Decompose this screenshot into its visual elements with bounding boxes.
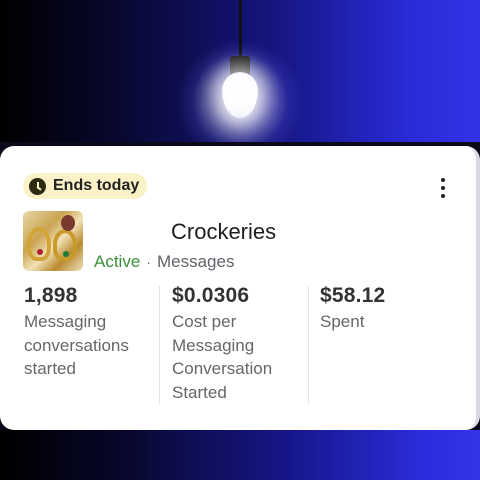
status-separator: · xyxy=(146,254,151,270)
status-label: Active xyxy=(94,252,141,271)
metric-label-line: Cost per xyxy=(172,312,237,331)
metric-label-line: Conversation xyxy=(172,359,273,378)
more-options-button[interactable] xyxy=(440,178,446,198)
metric-cost-per-result: $0.0306 Cost per Messaging Conversation … xyxy=(172,284,272,404)
clock-icon xyxy=(29,177,46,195)
objective-label: Messages xyxy=(156,252,235,271)
metric-label: Spent xyxy=(320,310,385,334)
metric-divider xyxy=(308,286,309,404)
metric-value: $58.12 xyxy=(320,284,386,307)
gem-shape xyxy=(37,249,43,255)
metric-label-line: conversations xyxy=(24,335,129,355)
metric-label-line: Spent xyxy=(320,312,365,331)
campaign-name[interactable]: Crockeries xyxy=(171,219,276,245)
metric-label-line: Messaging xyxy=(24,312,107,331)
metric-label-line: started xyxy=(24,359,76,378)
metric-value: $0.0306 xyxy=(172,284,250,307)
metric-label-line: Messaging xyxy=(172,335,255,355)
metric-label: Cost per Messaging Conversation Started xyxy=(172,310,272,404)
necklace-shape xyxy=(27,227,51,261)
metric-value: 1,898 xyxy=(24,284,78,307)
lamp-cord xyxy=(239,0,242,58)
more-dot-icon xyxy=(441,186,445,190)
badge-label: Ends today xyxy=(53,177,140,194)
model-face-shape xyxy=(61,215,75,231)
more-dot-icon xyxy=(441,178,445,182)
metric-label: Messaging conversations started xyxy=(24,310,129,381)
hero-background xyxy=(0,0,480,142)
campaign-thumbnail xyxy=(23,211,83,271)
metric-label-line: Started xyxy=(172,382,227,402)
campaign-card[interactable]: Ends today Crockeries Active · Messages … xyxy=(0,146,480,430)
metric-spent: $58.12 Spent xyxy=(320,284,385,334)
gem-shape xyxy=(63,251,69,257)
campaign-status-line: Active · Messages xyxy=(94,252,234,272)
metric-divider xyxy=(159,286,160,404)
more-dot-icon xyxy=(441,194,445,198)
footer-background xyxy=(0,430,480,480)
metric-conversations: 1,898 Messaging conversations started xyxy=(24,284,129,381)
ends-today-badge: Ends today xyxy=(23,173,148,199)
